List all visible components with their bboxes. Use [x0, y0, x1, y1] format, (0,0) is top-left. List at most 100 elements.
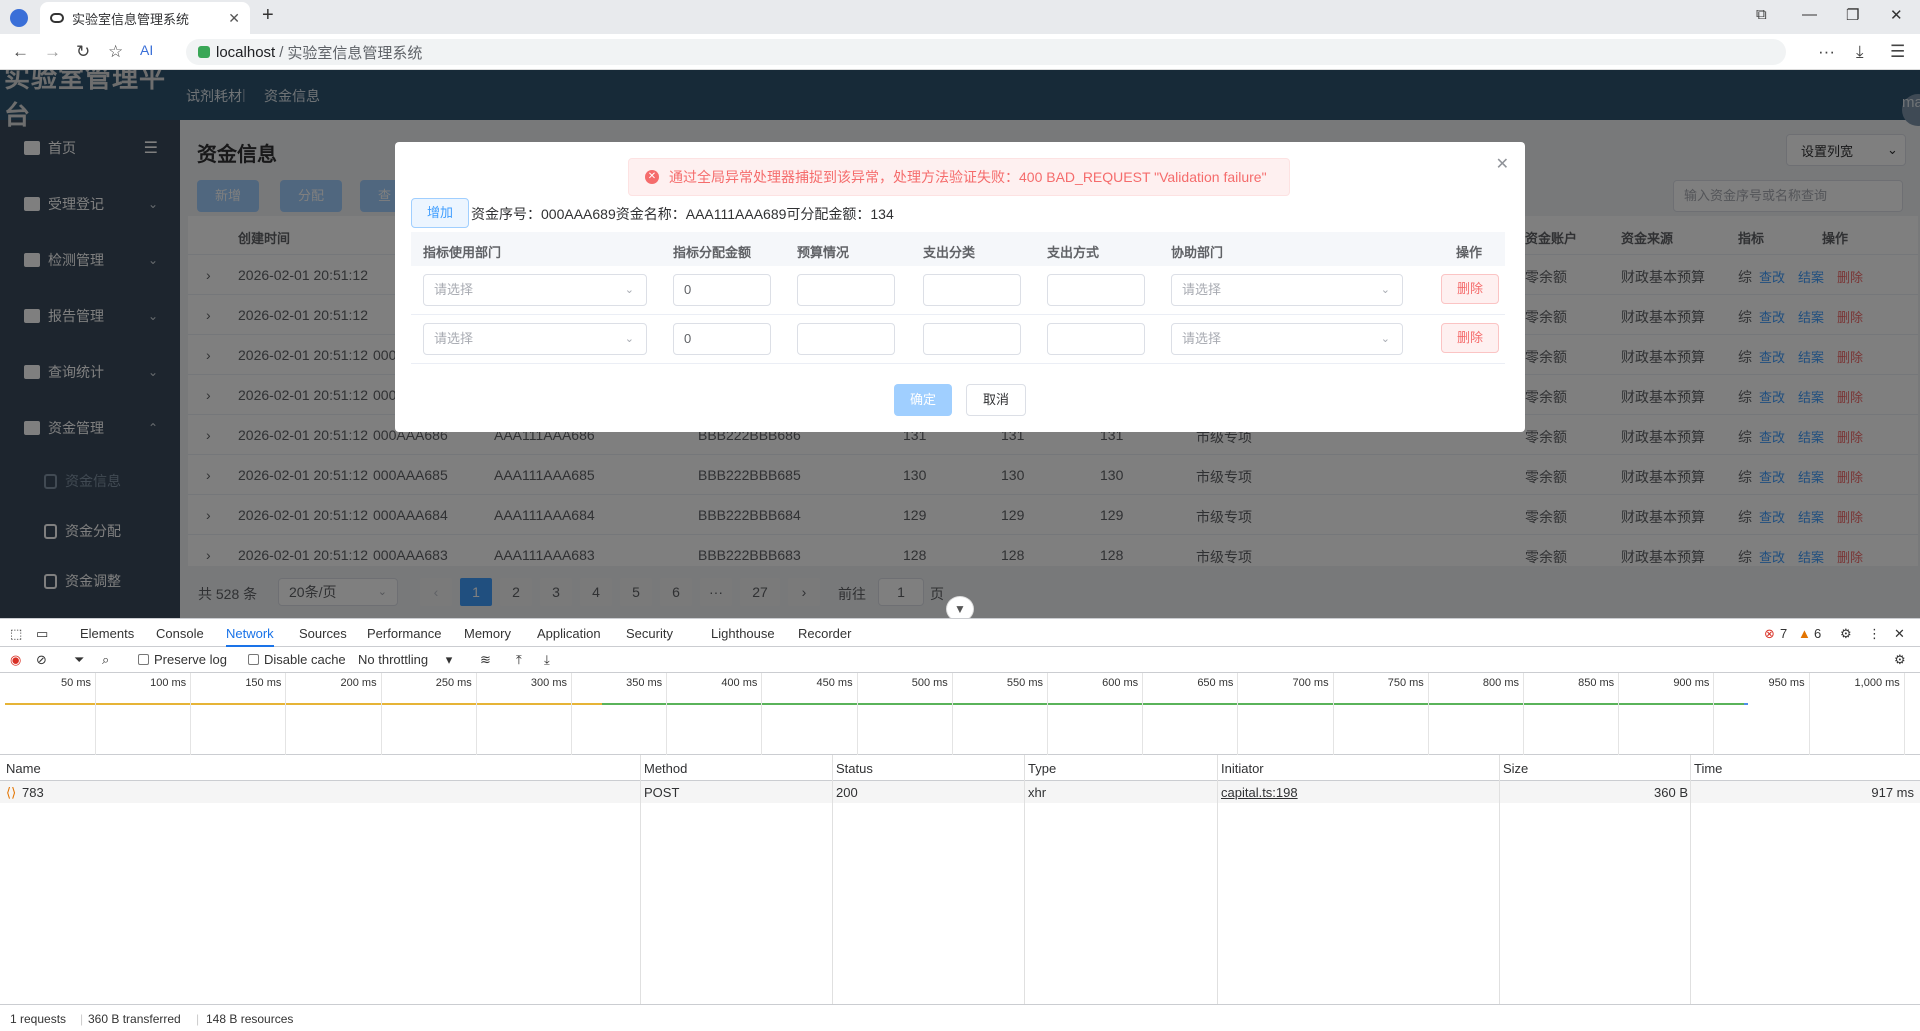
throttling-select[interactable]: No throttling ▾ [358, 652, 452, 668]
tab-network[interactable]: Network [226, 626, 274, 647]
minimize-icon[interactable]: — [1802, 6, 1817, 23]
expense-category-input[interactable] [923, 274, 1021, 306]
tab-lighthouse[interactable]: Lighthouse [711, 626, 775, 641]
column-divider[interactable] [1690, 755, 1691, 1004]
dept-select[interactable]: 请选择 ⌄ [423, 274, 647, 306]
dept-select[interactable]: 请选择 ⌄ [423, 323, 647, 355]
more-vert-icon[interactable]: ⋮ [1868, 626, 1881, 642]
tab-elements[interactable]: Elements [80, 626, 134, 641]
close-devtools-icon[interactable]: ✕ [1894, 626, 1905, 642]
col-status[interactable]: Status [836, 761, 873, 776]
upload-icon[interactable]: ⤒ [516, 652, 522, 668]
add-row-button[interactable]: 增加 [411, 198, 469, 228]
close-icon[interactable]: ✕ [1496, 154, 1509, 174]
reload-icon[interactable]: ↻ [76, 42, 90, 62]
tab-application[interactable]: Application [537, 626, 601, 641]
assist-dept-placeholder: 请选择 [1182, 331, 1222, 346]
tab-recorder[interactable]: Recorder [798, 626, 851, 641]
column-divider[interactable] [832, 755, 833, 1004]
column-divider[interactable] [1217, 755, 1218, 1004]
settings-icon[interactable]: ⚙ [1840, 626, 1852, 642]
window-close-icon[interactable]: ✕ [1890, 6, 1903, 24]
url-separator: / [279, 43, 284, 61]
tab-sources[interactable]: Sources [299, 626, 347, 641]
cancel-button[interactable]: 取消 [966, 384, 1026, 416]
favorites-icon[interactable]: ☆ [108, 42, 123, 62]
timeline-tick-label: 300 ms [530, 677, 567, 689]
timeline-tick-label: 150 ms [245, 677, 282, 689]
forward-icon[interactable]: → [44, 42, 61, 62]
amount-input[interactable]: 0 [673, 274, 771, 306]
tab-security[interactable]: Security [626, 626, 673, 641]
new-tab-icon[interactable]: + [262, 4, 274, 27]
amount-input[interactable]: 0 [673, 323, 771, 355]
network-settings-icon[interactable]: ⚙ [1894, 652, 1906, 668]
url-host: localhost [216, 43, 276, 61]
error-message: ✕ 通过全局异常处理器捕捉到该异常，处理方法验证失败：400 BAD_REQUE… [628, 158, 1290, 196]
col-method[interactable]: Method [644, 761, 687, 776]
assist-dept-select[interactable]: 请选择 ⌄ [1171, 274, 1403, 306]
col-initiator[interactable]: Initiator [1221, 761, 1264, 776]
network-overview[interactable]: 50 ms 100 ms 150 ms 200 ms 250 ms 300 ms 350 m… [0, 673, 1920, 755]
timeline-gridline [190, 673, 192, 755]
request-time: 917 ms [1871, 785, 1914, 800]
timeline-gridline [1047, 673, 1048, 755]
error-count-icon[interactable]: ⊗ [1764, 626, 1775, 642]
expense-method-input[interactable] [1047, 323, 1145, 355]
error-count: 7 [1780, 626, 1788, 641]
menu-icon[interactable]: ☰ [1890, 42, 1905, 62]
device-toggle-icon[interactable]: ▭ [36, 626, 48, 642]
header-amount: 指标分配金额 [673, 245, 752, 260]
network-toolbar: ◉ ⊘ ⏷ ⌕ Preserve log Disable cache No th… [0, 647, 1920, 673]
network-conditions-icon[interactable]: ≋ [480, 652, 491, 668]
request-row[interactable]: ⟨⟩ 783 POST 200 xhr capital.ts:198 360 B… [0, 781, 1920, 803]
tab-performance[interactable]: Performance [367, 626, 441, 641]
delete-row-button[interactable]: 删除 [1441, 274, 1499, 304]
browser-app-icon[interactable] [10, 9, 28, 27]
col-time[interactable]: Time [1694, 761, 1722, 776]
col-size[interactable]: Size [1503, 761, 1528, 776]
back-icon[interactable]: ← [12, 42, 29, 62]
budget-input[interactable] [797, 323, 895, 355]
column-divider[interactable] [1024, 755, 1025, 1004]
header-dept: 指标使用部门 [423, 245, 502, 260]
download-icon[interactable]: ⤓ [1856, 42, 1864, 62]
col-name[interactable]: Name [6, 761, 41, 776]
inspect-icon[interactable]: ⬚ [10, 626, 22, 642]
column-divider[interactable] [1499, 755, 1500, 1004]
collections-icon[interactable]: ⧉ [1756, 6, 1767, 23]
budget-input[interactable] [797, 274, 895, 306]
search-icon[interactable]: ⌕ [102, 652, 109, 668]
record-icon[interactable]: ◉ [10, 652, 21, 668]
allocation-table: 指标使用部门 指标分配金额 预算情况 支出分类 支出方式 协助部门 操作 请选择… [411, 232, 1505, 364]
timeline-tick-label: 450 ms [816, 677, 853, 689]
confirm-button[interactable]: 确定 [894, 384, 952, 416]
warning-count-icon[interactable]: ▲ [1798, 626, 1811, 641]
ai-icon[interactable]: AI [140, 42, 153, 58]
timeline-tick-label: 700 ms [1292, 677, 1329, 689]
col-type[interactable]: Type [1028, 761, 1056, 776]
more-icon[interactable]: ··· [1818, 42, 1835, 62]
url-field[interactable]: localhost / 实验室信息管理系统 [186, 39, 1786, 65]
expense-method-input[interactable] [1047, 274, 1145, 306]
restore-icon[interactable]: ❐ [1846, 6, 1859, 24]
expense-category-input[interactable] [923, 323, 1021, 355]
download-har-icon[interactable]: ⤓ [544, 652, 550, 668]
tab-memory[interactable]: Memory [464, 626, 511, 641]
filter-icon[interactable]: ⏷ [74, 652, 84, 668]
url-path: 实验室信息管理系统 [287, 44, 423, 62]
clear-icon[interactable]: ⊘ [36, 652, 47, 668]
checkbox-box [138, 654, 149, 665]
disable-cache-checkbox[interactable]: Disable cache [248, 652, 346, 667]
timeline-tick-label: 850 ms [1578, 677, 1615, 689]
column-divider[interactable] [640, 755, 641, 1004]
tab-console[interactable]: Console [156, 626, 204, 641]
preserve-log-checkbox[interactable]: Preserve log [138, 652, 227, 667]
browser-tab[interactable]: 实验室信息管理系统 ✕ [40, 2, 250, 34]
timeline-tick-label: 800 ms [1482, 677, 1519, 689]
assist-dept-select[interactable]: 请选择 ⌄ [1171, 323, 1403, 355]
timeline-tick-label: 50 ms [61, 677, 91, 689]
delete-row-button[interactable]: 删除 [1441, 323, 1499, 353]
request-initiator-link[interactable]: capital.ts:198 [1221, 785, 1298, 800]
tab-close-icon[interactable]: ✕ [228, 10, 240, 27]
